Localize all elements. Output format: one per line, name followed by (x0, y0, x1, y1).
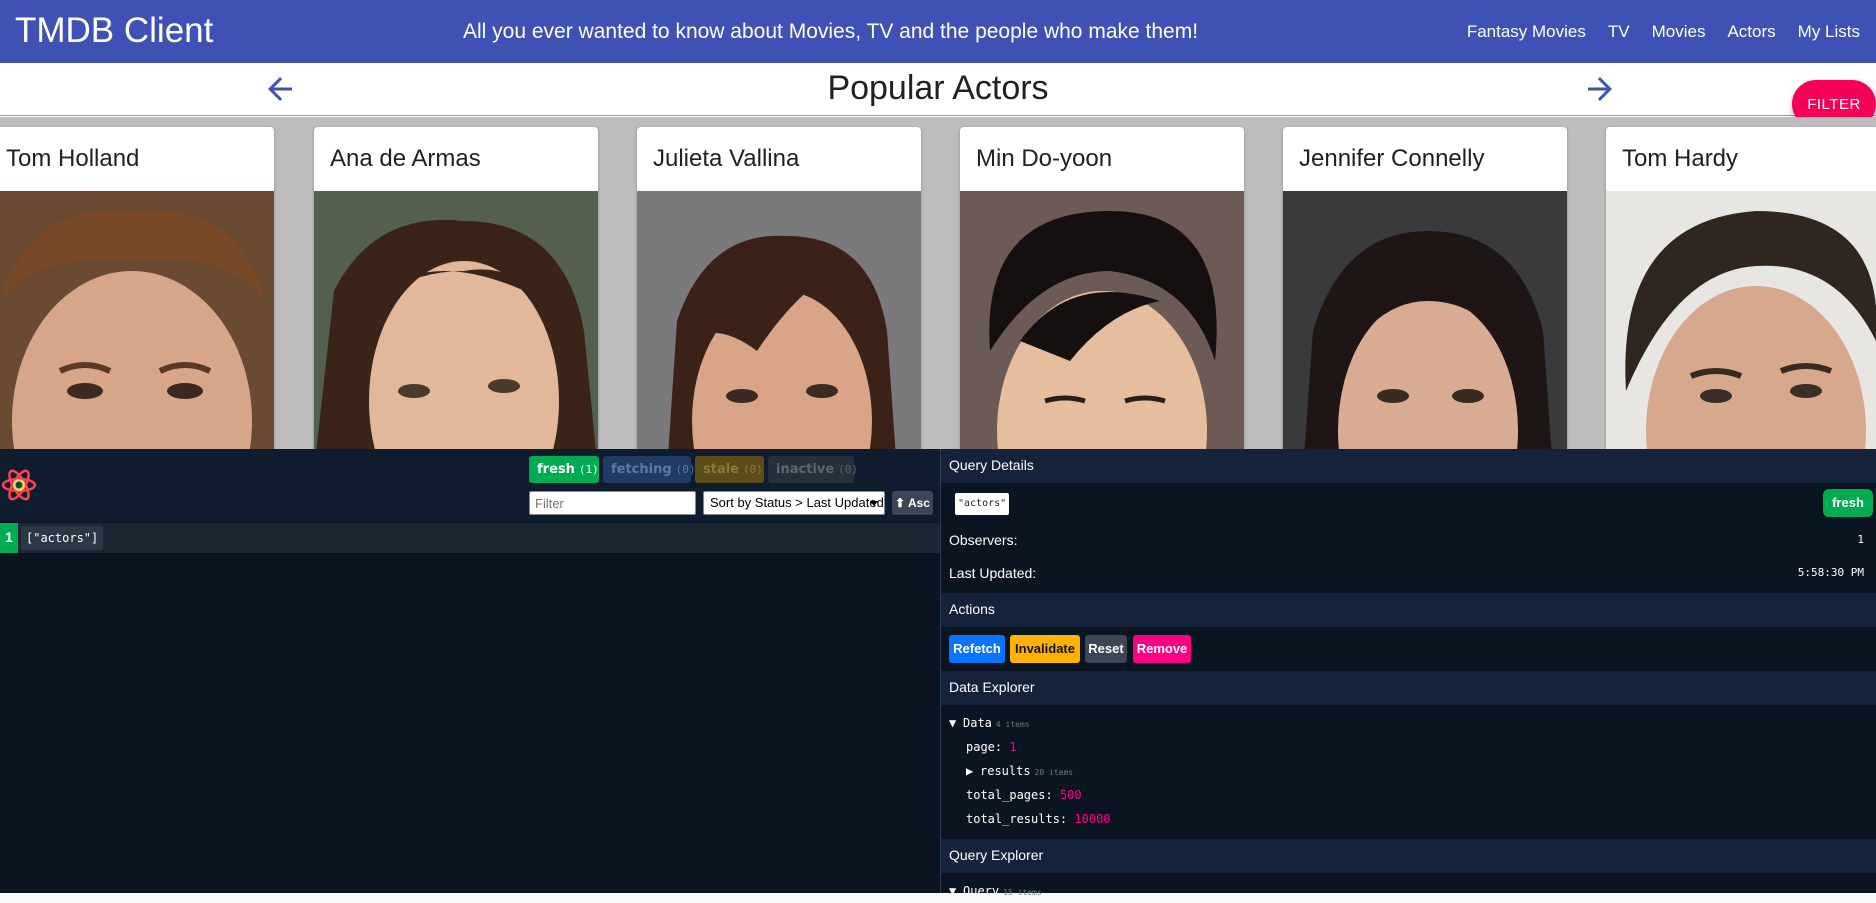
brand-title: TMDB Client (15, 11, 214, 50)
query-list-pane: fresh (1) fetching (0) stale (0) inactive (0… (0, 449, 940, 893)
query-key: ["actors"] (21, 526, 104, 550)
pill-count: (0) (838, 463, 859, 476)
query-explorer-heading: Query Explorer (941, 839, 1876, 873)
query-row[interactable]: 1 ["actors"] (0, 523, 940, 553)
actor-card[interactable]: Julieta Vallina (637, 127, 921, 449)
tree-leaf-value: 10000 (1074, 812, 1111, 826)
query-details-pane: Query Details "actors" fresh Observers: … (940, 449, 1876, 898)
remove-button[interactable]: Remove (1133, 635, 1191, 663)
actor-photo[interactable] (1606, 191, 1876, 449)
tree-node-query[interactable]: ▼ Query 15 items (949, 881, 1042, 901)
query-details-heading: Query Details (941, 449, 1876, 483)
tree-leaf-key: page: (966, 740, 1003, 754)
actor-card[interactable]: Tom Hardy (1606, 127, 1876, 449)
actor-card[interactable]: Ana de Armas (314, 127, 598, 449)
observers-value: 1 (1857, 533, 1864, 546)
sort-select-value: Sort by Status > Last Updated (710, 495, 884, 510)
nav-my-lists[interactable]: My Lists (1798, 14, 1860, 50)
triangle-down-icon: ▼ (949, 884, 957, 898)
pill-label: fresh (537, 462, 575, 477)
nav-fantasy-movies[interactable]: Fantasy Movies (1467, 14, 1586, 50)
chevron-down-icon (870, 501, 878, 506)
pill-label: stale (703, 462, 739, 477)
tree-node-label: results (980, 764, 1031, 778)
tree-node-meta: 4 items (995, 720, 1030, 729)
page-header: Popular Actors (0, 63, 1876, 116)
pill-label: inactive (776, 462, 835, 477)
query-devtools-panel: fresh (1) fetching (0) stale (0) inactive (0… (0, 449, 1876, 898)
tree-node-label: Query (963, 884, 1000, 898)
actor-photo[interactable] (960, 191, 1244, 449)
last-updated-label: Last Updated: (949, 565, 1037, 581)
invalidate-button[interactable]: Invalidate (1010, 635, 1080, 663)
nav-movies[interactable]: Movies (1652, 14, 1706, 50)
tree-leaf-total-results: total_results: 10000 (966, 809, 1111, 829)
tree-node-data[interactable]: ▼ Data 4 items (949, 713, 1030, 733)
last-updated-row: Last Updated: 5:58:30 PM (941, 558, 1876, 588)
observer-count-badge: 1 (0, 523, 18, 553)
nav-actors[interactable]: Actors (1727, 14, 1775, 50)
pill-label: fetching (611, 462, 672, 477)
actor-name: Tom Holland (6, 145, 140, 172)
main-nav: Fantasy Movies TV Movies Actors My Lists (1445, 0, 1868, 63)
actor-name: Tom Hardy (1622, 145, 1739, 172)
status-pill-fetching[interactable]: fetching (0) (603, 456, 696, 483)
query-key-chip: "actors" (955, 493, 1010, 515)
actor-card[interactable]: Min Do-yoon (960, 127, 1244, 449)
actor-name: Ana de Armas (330, 145, 481, 172)
query-filter-input[interactable] (529, 491, 696, 515)
actor-photo[interactable] (1283, 191, 1567, 449)
actor-photo[interactable] (314, 191, 598, 449)
actor-name: Min Do-yoon (976, 145, 1113, 172)
pill-count: (0) (675, 463, 696, 476)
sort-direction-button[interactable]: ⬆ Asc (892, 491, 933, 515)
next-page-arrow-icon[interactable] (1582, 71, 1618, 107)
actor-card[interactable]: Tom Holland (0, 127, 274, 449)
tree-leaf-page: page: 1 (966, 737, 1017, 757)
prev-page-arrow-icon[interactable] (262, 71, 298, 107)
actions-heading: Actions (941, 593, 1876, 627)
observers-label: Observers: (949, 532, 1018, 548)
triangle-down-icon: ▼ (949, 716, 957, 730)
actor-card[interactable]: Jennifer Connelly (1283, 127, 1567, 449)
triangle-right-icon: ▶ (966, 764, 974, 778)
devtools-toolbar: fresh (1) fetching (0) stale (0) inactive (0… (0, 449, 940, 522)
data-explorer-heading: Data Explorer (941, 671, 1876, 705)
status-badge: fresh (1823, 489, 1873, 517)
tree-node-results[interactable]: ▶ results 20 items (966, 761, 1073, 781)
actor-photo[interactable] (637, 191, 921, 449)
tree-node-meta: 20 items (1034, 768, 1074, 777)
tree-leaf-key: total_results: (966, 812, 1068, 826)
actor-name: Jennifer Connelly (1299, 145, 1485, 172)
tree-leaf-value: 1 (1009, 740, 1017, 754)
observers-row: Observers: 1 (941, 525, 1876, 555)
actor-grid: Tom Holland Ana de Armas Julieta Vallina… (0, 117, 1876, 449)
pill-count: (1) (578, 463, 599, 476)
nav-tv[interactable]: TV (1608, 14, 1630, 50)
react-query-logo-icon[interactable] (0, 466, 38, 504)
sort-select[interactable]: Sort by Status > Last Updated (703, 491, 885, 515)
tree-leaf-value: 500 (1059, 788, 1082, 802)
status-pill-fresh[interactable]: fresh (1) (529, 456, 599, 483)
actor-name: Julieta Vallina (653, 145, 800, 172)
reset-button[interactable]: Reset (1085, 635, 1127, 663)
app-bar: TMDB Client All you ever wanted to know … (0, 0, 1876, 63)
status-pill-stale[interactable]: stale (0) (695, 456, 764, 483)
tree-leaf-key: total_pages: (966, 788, 1053, 802)
actor-photo[interactable] (0, 191, 274, 449)
pill-count: (0) (743, 463, 763, 476)
refetch-button[interactable]: Refetch (949, 635, 1005, 663)
status-pill-inactive[interactable]: inactive (0) (768, 456, 858, 483)
tree-leaf-total-pages: total_pages: 500 (966, 785, 1082, 805)
tagline: All you ever wanted to know about Movies… (463, 20, 1199, 43)
tree-node-label: Data (963, 716, 992, 730)
last-updated-value: 5:58:30 PM (1797, 566, 1864, 579)
